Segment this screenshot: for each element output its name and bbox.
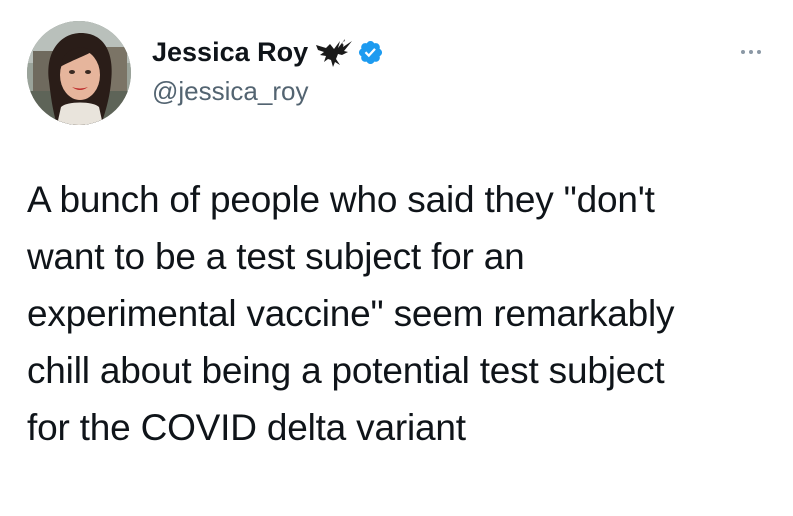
display-name[interactable]: Jessica Roy [152,35,308,69]
tweet-card: Jessica Roy @jessica_roy A bunch of peop… [0,0,793,516]
author-handle[interactable]: @jessica_roy [152,75,308,107]
eagle-icon [314,35,354,69]
more-options-icon [749,50,753,54]
more-options-button[interactable] [727,40,775,64]
tweet-text: A bunch of people who said they "don't w… [27,179,675,448]
more-options-icon [741,50,745,54]
verified-badge-icon [357,39,384,66]
avatar[interactable] [27,21,131,125]
avatar-photo [27,21,131,125]
author-name-row[interactable]: Jessica Roy [152,34,384,70]
more-options-icon [757,50,761,54]
